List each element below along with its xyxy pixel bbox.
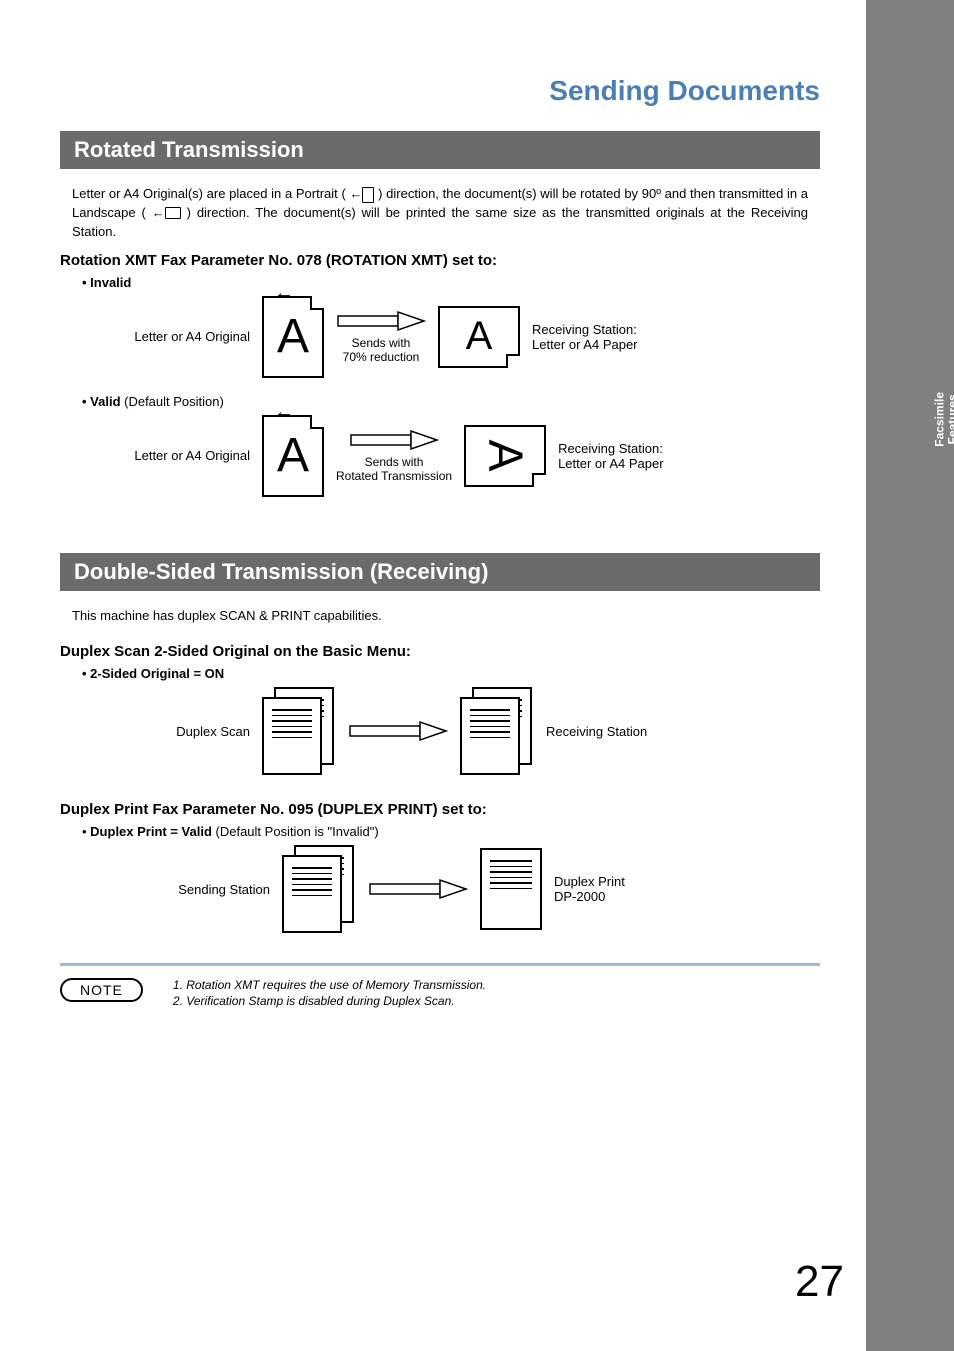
note-block: NOTE 1. Rotation XMT requires the use of… (60, 978, 820, 1010)
diagram-duplex-scan: Duplex Scan Receiving Station (140, 687, 820, 775)
letter-a-2: A (277, 428, 309, 483)
diagram-duplex-print: Sending Station Duplex Print DP-2000 (140, 845, 820, 933)
feed-arrow-icon: ← (274, 282, 294, 305)
bullet-duplexprint: • Duplex Print = Valid (Default Position… (82, 824, 820, 839)
note-item-1: 1. Rotation XMT requires the use of Memo… (173, 978, 486, 992)
page-number: 27 (795, 1257, 844, 1307)
letter-a-small: A (466, 314, 493, 359)
bullet-valid: • Valid (Default Position) (82, 394, 820, 409)
landscape-doc-rotated-icon: A (464, 425, 546, 487)
bullet-2sided: • 2-Sided Original = ON (82, 666, 820, 681)
duplex-stack-icon-2 (460, 687, 534, 775)
duplex-print-label: Duplex Print DP-2000 (554, 874, 724, 904)
side-tab-label: Facsimile Features (934, 392, 954, 447)
side-bar (866, 0, 954, 1351)
letter-a-rotated: A (478, 440, 533, 472)
page-content: Sending Documents Rotated Transmission L… (60, 75, 820, 1010)
right-label-1: Receiving Station: Letter or A4 Paper (532, 322, 702, 352)
section2-subhead1: Duplex Scan 2-Sided Original on the Basi… (60, 643, 820, 660)
duplex-stack-icon (262, 687, 336, 775)
right-label-2: Receiving Station: Letter or A4 Paper (558, 441, 728, 471)
section1-subhead: Rotation XMT Fax Parameter No. 078 (ROTA… (60, 252, 820, 269)
send-rotated-label: Sends with Rotated Transmission (336, 455, 452, 483)
duplex-scan-label: Duplex Scan (140, 724, 250, 739)
section2-subhead2: Duplex Print Fax Parameter No. 095 (DUPL… (60, 801, 820, 818)
note-badge: NOTE (60, 978, 143, 1002)
arrow-right-icon-2 (349, 429, 439, 451)
receiving-station-label: Receiving Station (546, 724, 716, 739)
diagram-invalid: Letter or A4 Original ← A Sends with 70%… (100, 296, 820, 378)
arrow-right-icon (336, 310, 426, 332)
left-label-1: Letter or A4 Original (100, 329, 250, 344)
feed-arrow-icon-2: ← (274, 401, 294, 424)
bullet-invalid: • Invalid (82, 275, 820, 290)
section1-paragraph: Letter or A4 Original(s) are placed in a… (72, 185, 808, 242)
single-page-icon (480, 848, 542, 930)
arrow-right-icon-4 (368, 878, 468, 900)
landscape-doc-icon: A (438, 306, 520, 368)
letter-a: A (277, 309, 309, 364)
separator-line (60, 963, 820, 966)
page-title: Sending Documents (60, 75, 820, 107)
diagram-valid: Letter or A4 Original ← A Sends with Rot… (100, 415, 820, 497)
landscape-icon (165, 207, 181, 219)
note-item-2: 2. Verification Stamp is disabled during… (173, 994, 486, 1008)
portrait-icon (362, 187, 374, 203)
note-list: 1. Rotation XMT requires the use of Memo… (173, 978, 486, 1010)
send-reduce-label: Sends with 70% reduction (343, 336, 420, 364)
sending-station-label: Sending Station (140, 882, 270, 897)
section2-paragraph: This machine has duplex SCAN & PRINT cap… (72, 607, 808, 626)
portrait-doc-icon: ← A (262, 296, 324, 378)
left-label-2: Letter or A4 Original (100, 448, 250, 463)
section2-header: Double-Sided Transmission (Receiving) (60, 553, 820, 591)
section1-header: Rotated Transmission (60, 131, 820, 169)
duplex-stack-icon-3 (282, 845, 356, 933)
arrow-right-icon-3 (348, 720, 448, 742)
portrait-doc-icon-2: ← A (262, 415, 324, 497)
